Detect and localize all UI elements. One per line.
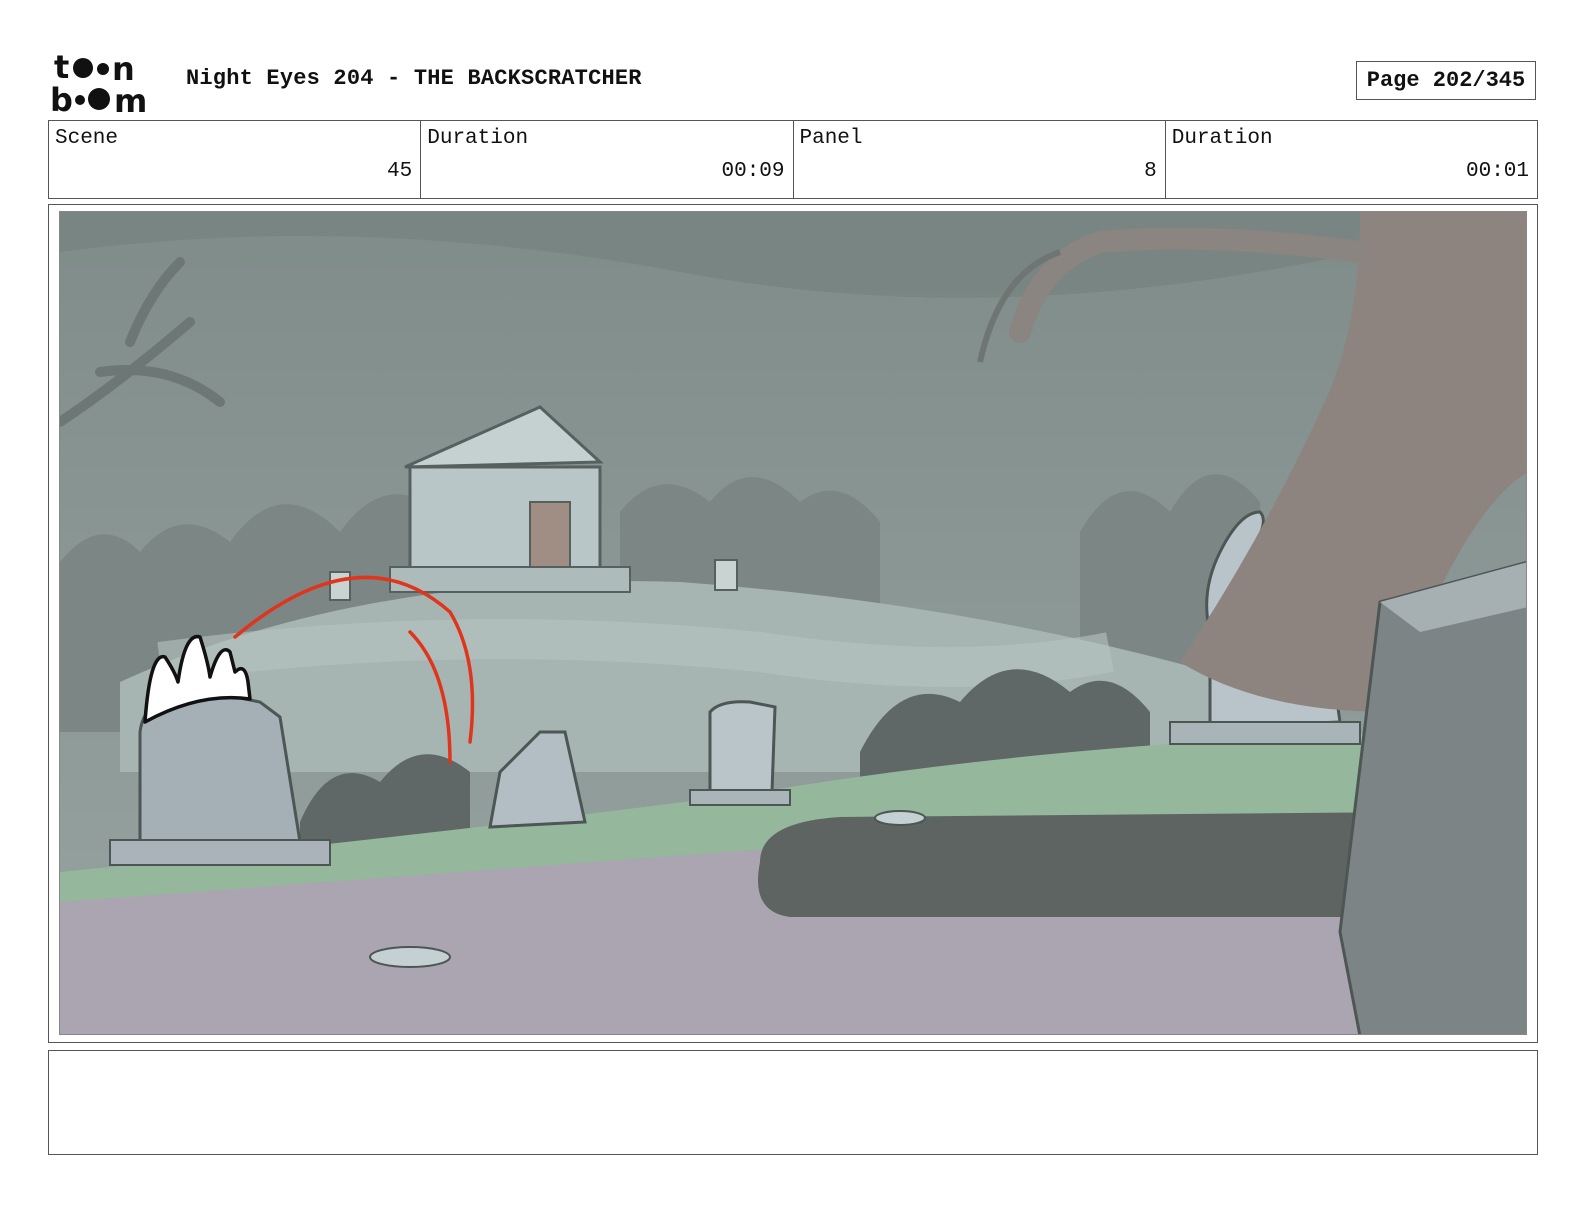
panel-duration-cell: Duration 00:01 <box>1166 121 1537 198</box>
panel-value: 8 <box>1144 160 1157 183</box>
panel-notes-box <box>48 1050 1538 1155</box>
scene-duration-cell: Duration 00:09 <box>421 121 794 198</box>
page-indicator: Page 202/345 <box>1356 61 1536 100</box>
storyboard-panel-image <box>59 211 1527 1035</box>
panel-duration-value: 00:01 <box>1465 160 1529 183</box>
panel-label: Panel <box>799 127 863 150</box>
scene-duration-value: 00:09 <box>721 160 785 183</box>
project-title: Night Eyes 204 - THE BACKSCRATCHER <box>186 66 642 91</box>
panel-info-table: Scene 45 Duration 00:09 Panel 8 Duration… <box>48 120 1538 199</box>
scene-cell: Scene 45 <box>49 121 422 198</box>
panel-duration-label: Duration <box>1171 127 1273 150</box>
scene-duration-label: Duration <box>427 127 529 150</box>
svg-text:m: m <box>114 82 147 114</box>
scene-label: Scene <box>55 127 119 150</box>
panel-cell: Panel 8 <box>794 121 1166 198</box>
svg-text:b: b <box>50 81 73 114</box>
scene-value: 45 <box>387 160 413 183</box>
toon-boom-logo: t n b m <box>50 48 164 120</box>
